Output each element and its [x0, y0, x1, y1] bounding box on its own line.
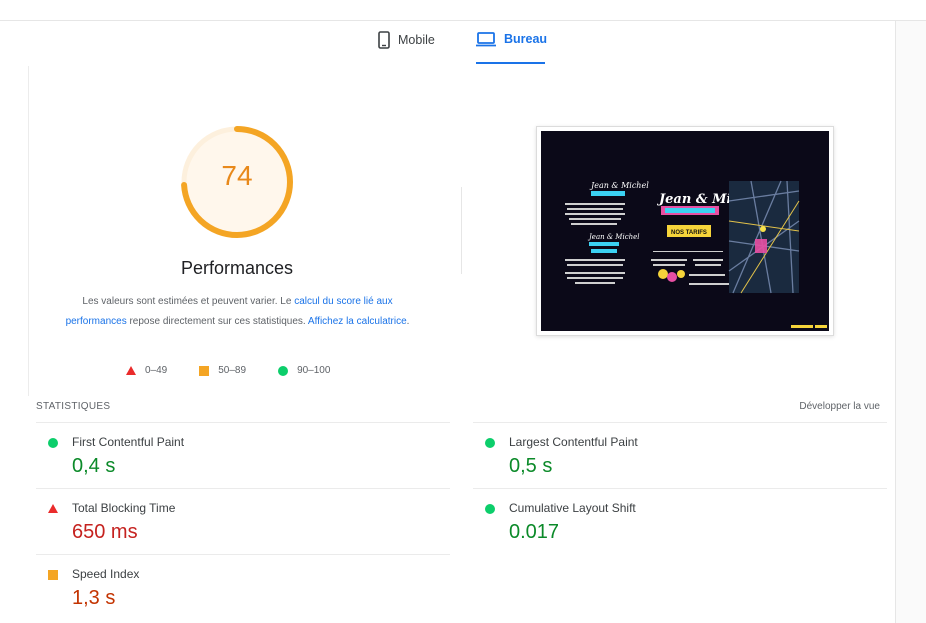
legend-pass: 90–100	[278, 365, 330, 376]
right-gutter	[896, 21, 926, 623]
screenshot-button: NOS TARIFS	[671, 230, 707, 236]
tab-desktop-label: Bureau	[504, 32, 548, 46]
note-middle: repose directement sur ces statistiques.	[126, 316, 308, 327]
section-divider	[461, 187, 462, 274]
metric-si-value: 1,3 s	[72, 587, 116, 609]
left-border	[28, 66, 29, 396]
svg-text:Jean & Michel: Jean & Michel	[587, 233, 640, 241]
score-value: 74	[221, 160, 253, 191]
circle-icon	[278, 365, 289, 376]
metric-si: Speed Index 1,3 s	[36, 554, 450, 620]
calculator-link[interactable]: Affichez la calculatrice	[308, 316, 407, 327]
metric-tbt-value: 650 ms	[72, 521, 138, 543]
score-note: Les valeurs sont estimées et peuvent var…	[60, 292, 415, 332]
top-bar	[0, 0, 926, 21]
metric-lcp-label: Largest Contentful Paint	[509, 435, 638, 449]
note-suffix: .	[406, 316, 410, 327]
note-prefix: Les valeurs sont estimées et peuvent var…	[82, 296, 295, 307]
metric-si-label: Speed Index	[72, 567, 140, 581]
metric-tbt-label: Total Blocking Time	[72, 501, 176, 515]
pass-circle-icon	[485, 438, 495, 448]
tab-mobile-label: Mobile	[398, 33, 435, 47]
device-tabs: Mobile Bureau	[0, 21, 895, 66]
metric-fcp-label: First Contentful Paint	[72, 435, 185, 449]
page-screenshot: Jean & Michel Jean & Michel Jean & Miche…	[536, 126, 834, 336]
expand-view-button[interactable]: Développer la vue	[799, 401, 880, 412]
screenshot-content: Jean & Michel Jean & Michel Jean & Miche…	[541, 131, 829, 331]
stats-header: STATISTIQUES	[36, 401, 111, 412]
active-tab-indicator	[476, 62, 545, 64]
performance-title: Performances	[180, 258, 294, 278]
tab-mobile[interactable]: Mobile	[378, 31, 435, 49]
legend-fail-label: 0–49	[145, 365, 168, 376]
metric-lcp: Largest Contentful Paint 0,5 s	[473, 422, 887, 488]
phone-icon	[378, 31, 390, 49]
brand-left: Jean & Michel	[589, 181, 649, 190]
legend-fail: 0–49	[126, 365, 167, 376]
metric-cls-value: 0.017	[509, 521, 560, 543]
pass-circle-icon	[485, 504, 495, 514]
square-icon	[199, 365, 210, 376]
legend-average: 50–89	[199, 365, 246, 376]
metric-tbt: Total Blocking Time 650 ms	[36, 488, 450, 554]
metric-lcp-value: 0,5 s	[509, 455, 553, 477]
pass-circle-icon	[48, 438, 58, 448]
average-square-icon	[48, 570, 58, 580]
legend-pass-label: 90–100	[297, 365, 331, 376]
legend-average-label: 50–89	[218, 365, 247, 376]
score-legend: 0–49 50–89 90–100	[126, 365, 362, 376]
laptop-icon	[476, 32, 496, 47]
metric-fcp: First Contentful Paint 0,4 s	[36, 422, 450, 488]
metric-cls-label: Cumulative Layout Shift	[509, 501, 636, 515]
screenshot-illustration: Jean & Michel Jean & Michel Jean & Miche…	[541, 131, 829, 331]
tab-desktop[interactable]: Bureau	[476, 31, 547, 47]
fail-triangle-icon	[48, 504, 58, 513]
metric-cls: Cumulative Layout Shift 0.017	[473, 488, 887, 554]
metric-fcp-value: 0,4 s	[72, 455, 116, 477]
triangle-icon	[126, 366, 136, 375]
